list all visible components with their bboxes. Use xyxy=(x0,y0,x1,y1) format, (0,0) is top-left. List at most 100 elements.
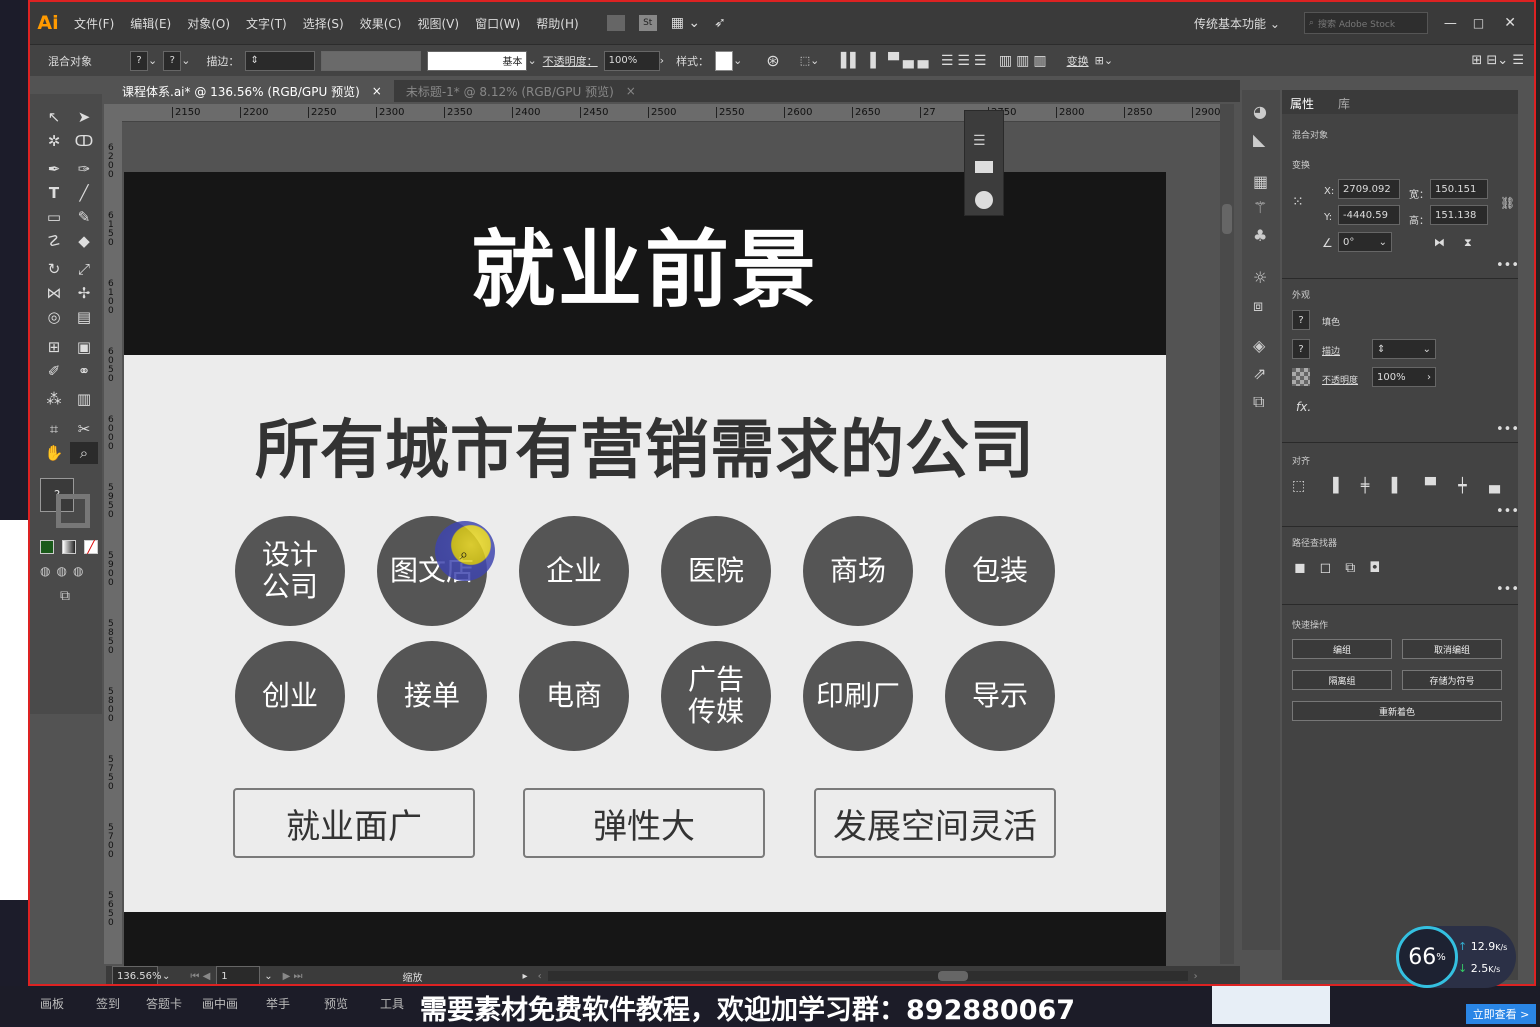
tab-course-system[interactable]: 课程体系.ai* @ 136.56% (RGB/GPU 预览) × xyxy=(110,80,394,102)
pill-wide-employment[interactable]: 就业面广 xyxy=(233,788,475,858)
circle-printing-factory[interactable]: 印刷厂 xyxy=(803,641,913,751)
tab-libraries[interactable]: 库 xyxy=(1338,95,1350,112)
opacity-label[interactable]: 不透明度 xyxy=(1322,373,1358,386)
menu-type[interactable]: 文字(T) xyxy=(238,15,295,32)
gpu-performance-icon[interactable]: ➶ xyxy=(714,15,726,31)
layers-icon[interactable]: ◈ xyxy=(1253,336,1265,355)
flip-vertical-icon[interactable]: ⧗ xyxy=(1464,236,1472,250)
align-buttons[interactable]: ▐▌▐ ▀▄▄ ☰☰☰ ▥▥▥ xyxy=(835,53,1050,69)
taskbar-tools[interactable]: 工具 xyxy=(380,995,404,1012)
opacity-swatch-icon[interactable] xyxy=(1292,368,1310,386)
vertical-scrollbar[interactable] xyxy=(1220,104,1234,964)
puppet-warp-icon[interactable]: ✢ xyxy=(70,282,98,304)
pathfinder-buttons[interactable]: ◼◻⧉◘ xyxy=(1294,560,1394,576)
circle-advertising-media[interactable]: 广告 传媒 xyxy=(661,641,771,751)
paintbrush-icon[interactable]: ✎ xyxy=(70,206,98,228)
opacity-input[interactable]: 100% › xyxy=(603,50,664,71)
brush-definition[interactable]: 基本 ⌄ xyxy=(427,50,537,71)
artboards-icon[interactable]: ⧉ xyxy=(1253,392,1264,412)
gradient-mode-icon[interactable] xyxy=(62,540,76,554)
rotate-tool-icon[interactable]: ↻ xyxy=(40,258,68,280)
circle-print-shop[interactable]: 图文店 xyxy=(377,516,487,626)
minimize-icon[interactable]: — xyxy=(1444,16,1457,31)
artboard-number-input[interactable]: 1 xyxy=(216,966,261,984)
zoom-level-input[interactable]: 136.56% xyxy=(112,966,162,984)
scroll-thumb[interactable] xyxy=(937,971,968,981)
circle-freelance[interactable]: 接单 xyxy=(377,641,487,751)
recolor-button[interactable]: 重新着色 xyxy=(1292,701,1502,721)
ungroup-button[interactable]: 取消编组 xyxy=(1402,639,1502,659)
more-options-icon[interactable]: ••• xyxy=(1496,582,1519,597)
fill-swatch-icon[interactable]: ? xyxy=(1292,310,1310,330)
width-input[interactable]: 150.151 xyxy=(1430,179,1488,199)
scroll-right-icon[interactable]: › xyxy=(1194,971,1198,982)
stroke-weight-input[interactable]: ⇕ xyxy=(245,50,316,71)
magic-wand-icon[interactable]: ✲ xyxy=(40,130,68,152)
artboard-canvas[interactable]: 就业前景 所有城市有营销需求的公司 设计 公司 图文店 企业 医院 商场 包装 … xyxy=(124,172,1166,972)
workspace-switcher[interactable]: 传统基本功能 ⌄ xyxy=(1194,15,1280,32)
subtitle-text[interactable]: 所有城市有营销需求的公司 xyxy=(124,399,1166,491)
type-tool-icon[interactable]: T xyxy=(40,182,68,204)
drawing-mode-icon[interactable]: ◍◍◍ xyxy=(40,564,89,578)
scroll-thumb[interactable] xyxy=(1222,204,1232,234)
taskbar-checkin[interactable]: 签到 xyxy=(96,995,120,1012)
transform-options-icon[interactable]: ⊞⌄ xyxy=(1095,54,1113,67)
blend-tool-icon[interactable]: ⚭ xyxy=(70,360,98,382)
rectangle-tool-icon[interactable]: ▭ xyxy=(40,206,68,228)
circle-packaging[interactable]: 包装 xyxy=(945,516,1055,626)
eyedropper-icon[interactable]: ✐ xyxy=(40,360,68,382)
selection-tool-icon[interactable]: ↖ xyxy=(40,106,68,128)
stroke-label[interactable]: 描边 xyxy=(1322,344,1340,357)
slice-tool-icon[interactable]: ✂ xyxy=(70,418,98,440)
taskbar-picture-in-picture[interactable]: 画中画 xyxy=(202,995,238,1012)
align-to-selection-icon[interactable]: ⬚⌄ xyxy=(800,54,820,67)
mesh-tool-icon[interactable]: ⊞ xyxy=(40,336,68,358)
zoom-dropdown-icon[interactable]: ⌄ xyxy=(162,971,170,982)
swatches-icon[interactable]: ▦ xyxy=(1253,172,1268,191)
opacity-input[interactable]: 100% › xyxy=(1372,367,1436,387)
taskbar-artboard[interactable]: 画板 xyxy=(40,995,64,1012)
export-icon[interactable]: ⇗ xyxy=(1253,364,1266,383)
circle-enterprise[interactable]: 企业 xyxy=(519,516,629,626)
isolate-group-button[interactable]: 隔离组 xyxy=(1292,670,1392,690)
artboard-tool-icon[interactable]: ⌗ xyxy=(40,418,68,440)
shape-builder-icon[interactable]: ◎ xyxy=(40,306,68,328)
page-title[interactable]: 就业前景 xyxy=(471,203,819,324)
symbols-icon[interactable]: ♣ xyxy=(1253,226,1267,245)
menu-view[interactable]: 视图(V) xyxy=(409,15,467,32)
circle-ecommerce[interactable]: 电商 xyxy=(519,641,629,751)
menu-select[interactable]: 选择(S) xyxy=(295,15,352,32)
line-tool-icon[interactable]: ╱ xyxy=(70,182,98,204)
tab-untitled[interactable]: 未标题-1* @ 8.12% (RGB/GPU 预览) × xyxy=(394,80,648,102)
next-artboard-icon[interactable]: ▶ ⏭ xyxy=(283,971,303,982)
reference-point-icon[interactable]: ⁙ xyxy=(1292,194,1304,210)
taskbar-answer-sheet[interactable]: 答题卡 xyxy=(146,995,182,1012)
close-icon[interactable]: ✕ xyxy=(1504,15,1516,31)
screen-mode-icon[interactable]: ⧉ xyxy=(60,588,70,604)
more-options-icon[interactable]: ••• xyxy=(1496,504,1519,519)
close-tab-icon[interactable]: × xyxy=(626,84,636,98)
width-tool-icon[interactable]: ⋈ xyxy=(40,282,68,304)
transform-link[interactable]: 变换 xyxy=(1067,53,1089,69)
column-graph-icon[interactable]: ▥ xyxy=(70,388,98,410)
recolor-icon[interactable]: ⊛ xyxy=(766,51,779,70)
stroke-swatch[interactable]: ? ⌄ xyxy=(163,50,190,71)
fx-icon[interactable]: fx. xyxy=(1296,400,1311,414)
view-now-button[interactable]: 立即查看 > xyxy=(1466,1004,1536,1024)
color-guide-icon[interactable]: ◣ xyxy=(1253,130,1265,149)
angle-input[interactable]: 0° ⌄ xyxy=(1338,232,1392,252)
bridge-icon[interactable] xyxy=(606,15,625,31)
symbol-sprayer-icon[interactable]: ⁂ xyxy=(40,388,68,410)
menu-edit[interactable]: 编辑(E) xyxy=(122,15,179,32)
menu-icon[interactable]: ☰ xyxy=(973,133,986,149)
stroke-color-icon[interactable] xyxy=(56,494,90,528)
horizontal-scrollbar[interactable] xyxy=(547,971,1188,981)
lasso-icon[interactable]: ↀ xyxy=(70,130,98,152)
maximize-icon[interactable]: □ xyxy=(1473,16,1484,30)
artboard-dropdown-icon[interactable]: ⌄ xyxy=(264,971,272,982)
color-panel-icon[interactable]: ◕ xyxy=(1253,102,1267,121)
more-options-icon[interactable]: ••• xyxy=(1496,422,1519,437)
circle-hospital[interactable]: 医院 xyxy=(661,516,771,626)
graphic-style-picker[interactable]: ⌄ xyxy=(715,50,742,71)
gradient-tool-icon[interactable]: ▣ xyxy=(70,336,98,358)
